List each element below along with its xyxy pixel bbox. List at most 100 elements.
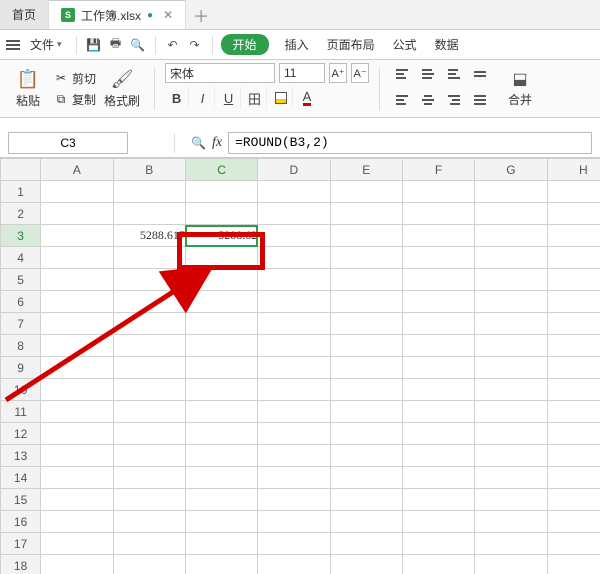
cell-B3[interactable]: 5288.617 (113, 225, 185, 247)
cell-C3[interactable]: 5288.62 (185, 225, 257, 247)
cell-E17[interactable] (330, 533, 402, 555)
wrap-text-button[interactable] (468, 63, 492, 85)
cell-H4[interactable] (547, 247, 600, 269)
cell-F15[interactable] (402, 489, 474, 511)
row-header-1[interactable]: 1 (1, 181, 41, 203)
row-header-8[interactable]: 8 (1, 335, 41, 357)
cell-A14[interactable] (41, 467, 113, 489)
select-all-corner[interactable] (1, 159, 41, 181)
cell-E16[interactable] (330, 511, 402, 533)
cell-B1[interactable] (113, 181, 185, 203)
app-menu-icon[interactable] (6, 40, 20, 50)
merge-cells-button[interactable]: ⬓ 合并 (500, 63, 540, 114)
cell-A3[interactable] (41, 225, 113, 247)
print-preview-button[interactable]: 🔍 (129, 36, 147, 54)
column-header-C[interactable]: C (185, 159, 257, 181)
cell-A7[interactable] (41, 313, 113, 335)
cell-D2[interactable] (258, 203, 330, 225)
cell-F16[interactable] (402, 511, 474, 533)
cell-H1[interactable] (547, 181, 600, 203)
cell-A10[interactable] (41, 379, 113, 401)
cell-E5[interactable] (330, 269, 402, 291)
cell-E7[interactable] (330, 313, 402, 335)
cell-F4[interactable] (402, 247, 474, 269)
cell-D4[interactable] (258, 247, 330, 269)
column-header-D[interactable]: D (258, 159, 330, 181)
cell-F6[interactable] (402, 291, 474, 313)
cell-B8[interactable] (113, 335, 185, 357)
cell-F18[interactable] (402, 555, 474, 574)
cell-B9[interactable] (113, 357, 185, 379)
row-header-17[interactable]: 17 (1, 533, 41, 555)
align-top-button[interactable] (390, 63, 414, 85)
cell-C18[interactable] (185, 555, 257, 574)
cell-E1[interactable] (330, 181, 402, 203)
cell-H11[interactable] (547, 401, 600, 423)
print-button[interactable]: 🖶 (107, 36, 125, 54)
cell-C6[interactable] (185, 291, 257, 313)
align-middle-button[interactable] (416, 63, 440, 85)
cell-D9[interactable] (258, 357, 330, 379)
undo-button[interactable]: ↶ (164, 36, 182, 54)
cell-D3[interactable] (258, 225, 330, 247)
cell-H15[interactable] (547, 489, 600, 511)
row-header-3[interactable]: 3 (1, 225, 41, 247)
cell-H8[interactable] (547, 335, 600, 357)
cell-H7[interactable] (547, 313, 600, 335)
row-header-14[interactable]: 14 (1, 467, 41, 489)
cell-D13[interactable] (258, 445, 330, 467)
cell-B13[interactable] (113, 445, 185, 467)
cell-F7[interactable] (402, 313, 474, 335)
cell-A1[interactable] (41, 181, 113, 203)
cell-C9[interactable] (185, 357, 257, 379)
column-header-G[interactable]: G (475, 159, 547, 181)
cell-A5[interactable] (41, 269, 113, 291)
cell-F11[interactable] (402, 401, 474, 423)
row-header-12[interactable]: 12 (1, 423, 41, 445)
cell-G12[interactable] (475, 423, 547, 445)
row-header-5[interactable]: 5 (1, 269, 41, 291)
cell-H9[interactable] (547, 357, 600, 379)
cell-F2[interactable] (402, 203, 474, 225)
cell-B16[interactable] (113, 511, 185, 533)
row-header-13[interactable]: 13 (1, 445, 41, 467)
cell-C8[interactable] (185, 335, 257, 357)
row-header-9[interactable]: 9 (1, 357, 41, 379)
tab-home[interactable]: 首页 (0, 0, 49, 29)
cell-F14[interactable] (402, 467, 474, 489)
row-header-2[interactable]: 2 (1, 203, 41, 225)
cell-C4[interactable] (185, 247, 257, 269)
underline-button[interactable]: U (217, 87, 241, 109)
cell-F10[interactable] (402, 379, 474, 401)
cell-A13[interactable] (41, 445, 113, 467)
cell-E18[interactable] (330, 555, 402, 574)
cell-H13[interactable] (547, 445, 600, 467)
cell-G8[interactable] (475, 335, 547, 357)
indent-button[interactable] (468, 89, 492, 111)
column-header-B[interactable]: B (113, 159, 185, 181)
cell-H16[interactable] (547, 511, 600, 533)
cell-E14[interactable] (330, 467, 402, 489)
cell-C13[interactable] (185, 445, 257, 467)
cell-C2[interactable] (185, 203, 257, 225)
cell-G18[interactable] (475, 555, 547, 574)
cell-H10[interactable] (547, 379, 600, 401)
row-header-7[interactable]: 7 (1, 313, 41, 335)
row-header-11[interactable]: 11 (1, 401, 41, 423)
paste-button[interactable]: 📋 粘贴 (6, 63, 50, 114)
row-header-15[interactable]: 15 (1, 489, 41, 511)
tab-close-button[interactable]: ✕ (163, 8, 173, 22)
tab-workbook[interactable]: S 工作簿.xlsx ● ✕ (49, 0, 186, 29)
cell-F5[interactable] (402, 269, 474, 291)
cell-G1[interactable] (475, 181, 547, 203)
cell-E12[interactable] (330, 423, 402, 445)
row-header-4[interactable]: 4 (1, 247, 41, 269)
cell-F17[interactable] (402, 533, 474, 555)
cell-G11[interactable] (475, 401, 547, 423)
cell-B17[interactable] (113, 533, 185, 555)
cell-E10[interactable] (330, 379, 402, 401)
formula-input[interactable] (228, 132, 592, 154)
cell-G10[interactable] (475, 379, 547, 401)
align-center-button[interactable] (416, 89, 440, 111)
cell-B12[interactable] (113, 423, 185, 445)
